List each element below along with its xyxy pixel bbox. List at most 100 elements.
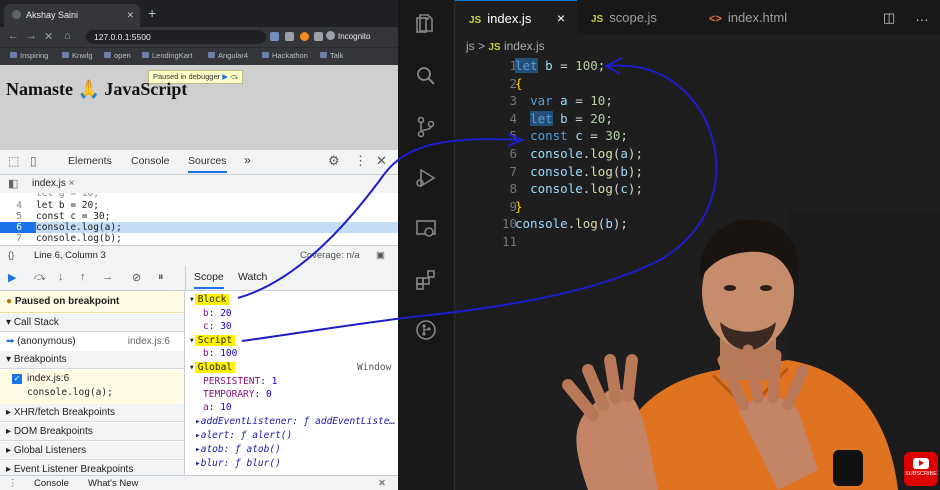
step-over-icon[interactable]: ⤼	[34, 271, 46, 284]
editor-line: 4 let b = 20;	[509, 111, 613, 126]
device-toggle-icon[interactable]: ▯	[30, 154, 37, 168]
bookmark-item[interactable]: Hackathon	[262, 51, 308, 60]
source-control-icon[interactable]	[414, 115, 438, 139]
scope-var: a: 10	[203, 402, 232, 413]
breakpoint-marker[interactable]: 6	[0, 222, 36, 233]
scope-global-header[interactable]: ▾ Global	[189, 362, 236, 374]
editor-tab-scope-js[interactable]: JS scope.js	[577, 0, 695, 35]
drawer-menu-icon[interactable]: ⋮	[8, 476, 18, 490]
bookmark-item[interactable]: Inspiring	[10, 51, 48, 60]
inspect-icon[interactable]: ⬚	[8, 154, 19, 168]
editor-line: 3 var a = 10;	[509, 93, 613, 108]
editor-line: 2{	[509, 76, 523, 91]
tab-scope[interactable]: Scope	[194, 271, 224, 289]
source-code-view[interactable]: let g = 10; 4 let b = 20; 5 const c = 30; …	[0, 193, 398, 245]
step-out-icon[interactable]: ↑	[80, 271, 86, 283]
bookmark-item[interactable]: Angular4	[208, 51, 248, 60]
pretty-print-icon[interactable]: {}	[8, 246, 14, 266]
run-debug-icon[interactable]	[414, 166, 438, 190]
split-editor-icon[interactable]: ◫	[883, 10, 895, 26]
scope-var[interactable]: ▸blur: ƒ blur()	[195, 458, 281, 470]
close-drawer-icon[interactable]: ✕	[378, 476, 386, 490]
bookmark-item[interactable]: LendingKart	[142, 51, 192, 60]
close-tab-icon[interactable]: ×	[557, 1, 565, 36]
more-actions-icon[interactable]: …	[915, 8, 929, 24]
close-devtools-icon[interactable]: ✕	[376, 153, 387, 169]
extension-icon[interactable]	[285, 32, 294, 41]
pause-on-exceptions-icon[interactable]: ⏸	[158, 271, 164, 284]
resume-icon[interactable]: ▶︎	[8, 271, 16, 284]
editor-tabbar: JS index.js × JS scope.js <> index.html ◫ …	[455, 0, 940, 35]
scope-script-header[interactable]: ▾ Script	[189, 335, 236, 347]
deactivate-breakpoints-icon[interactable]: ⊘	[132, 271, 141, 284]
breakpoint-checkbox[interactable]: ✓	[12, 374, 22, 384]
scope-var: b: 100	[203, 348, 238, 359]
section-xhr-breakpoints[interactable]: ▸ XHR/fetch Breakpoints	[0, 404, 184, 422]
scope-var[interactable]: ▸addEventListener: ƒ addEventListe…	[195, 416, 395, 428]
browser-tab[interactable]: Akshay Saini ✕	[4, 4, 140, 27]
tab-elements[interactable]: Elements	[68, 155, 112, 167]
code-line: 5 const c = 30;	[16, 211, 111, 222]
info-icon: ●	[6, 296, 13, 307]
incognito-label: Incognito	[338, 32, 371, 41]
incognito-badge[interactable]: Incognito	[326, 30, 370, 44]
scope-var[interactable]: ▸alert: ƒ alert()	[195, 430, 292, 442]
js-file-icon: JS	[469, 15, 482, 26]
youtube-subscribe-button[interactable]: SUBSCRIBE	[904, 452, 938, 486]
search-icon[interactable]	[414, 64, 438, 88]
section-call-stack[interactable]: ▾ Call Stack	[0, 314, 184, 332]
remote-explorer-icon[interactable]	[414, 217, 438, 241]
home-icon[interactable]: ⌂	[64, 30, 71, 42]
extension-icon[interactable]	[314, 32, 323, 41]
call-frame[interactable]: ➡ (anonymous) index.js:6	[0, 333, 184, 351]
scope-var[interactable]: ▸atob: ƒ atob()	[195, 444, 281, 456]
source-status-bar: {} Line 6, Column 3 Coverage: n/a ▣	[0, 245, 398, 267]
url-field[interactable]: 127.0.0.1:5500	[86, 30, 266, 44]
step-icon[interactable]: →	[102, 271, 113, 283]
bookmark-item[interactable]: Knwlg	[62, 51, 92, 60]
editor-tab-index-js[interactable]: JS index.js ×	[455, 0, 577, 35]
new-tab-icon[interactable]: +	[148, 5, 156, 21]
presenter-video	[562, 210, 940, 490]
section-dom-breakpoints[interactable]: ▸ DOM Breakpoints	[0, 423, 184, 441]
resume-icon[interactable]: ▶︎	[222, 72, 228, 81]
breakpoint-item[interactable]: ✓ index.js:6 console.log(a);	[0, 370, 184, 404]
kebab-menu-icon[interactable]: ⋮	[354, 153, 367, 169]
tab-watch[interactable]: Watch	[238, 271, 267, 283]
drawer-tab-whats-new[interactable]: What's New	[88, 476, 138, 490]
scope-block-header[interactable]: ▾ Block	[189, 294, 230, 306]
step-over-icon[interactable]: ⤼	[230, 72, 238, 81]
git-graph-icon[interactable]	[414, 318, 438, 342]
section-global-listeners[interactable]: ▸ Global Listeners	[0, 442, 184, 460]
navigator-toggle-icon[interactable]: ◧	[8, 177, 18, 190]
tab-sources[interactable]: Sources	[188, 155, 227, 173]
tab-console[interactable]: Console	[131, 155, 170, 167]
address-bar-row: ← → ✕ ⌂ 127.0.0.1:5500 Incognito	[0, 27, 398, 47]
step-into-icon[interactable]: ↓	[58, 271, 64, 283]
file-tab-index-js[interactable]: index.js ×	[32, 178, 75, 189]
extensions-icon[interactable]	[414, 268, 438, 292]
cursor-position: Line 6, Column 3	[34, 250, 106, 261]
folder-icon	[62, 52, 69, 58]
editor-line: 8 console.log(c);	[509, 181, 643, 196]
editor-line: 7 console.log(b);	[509, 164, 643, 179]
reload-icon[interactable]: ✕	[44, 30, 53, 43]
drawer-tab-console[interactable]: Console	[34, 476, 69, 490]
paused-status: ● Paused on breakpoint	[0, 291, 184, 313]
forward-icon[interactable]: →	[26, 30, 37, 42]
debugger-sidebar: ● Paused on breakpoint ▾ Call Stack ➡ (a…	[0, 291, 185, 490]
extension-icon[interactable]	[270, 32, 279, 41]
more-tabs-icon[interactable]: »	[244, 153, 251, 167]
extension-icon[interactable]	[300, 32, 309, 41]
gear-icon[interactable]: ⚙	[328, 153, 340, 169]
editor-tab-index-html[interactable]: <> index.html	[695, 0, 825, 35]
section-breakpoints[interactable]: ▾ Breakpoints	[0, 351, 184, 369]
drawer-toggle-icon[interactable]: ▣	[376, 246, 385, 266]
bookmark-item[interactable]: open	[104, 51, 131, 60]
close-tab-icon[interactable]: ✕	[126, 4, 134, 27]
close-file-icon[interactable]: ×	[69, 178, 75, 189]
bookmark-item[interactable]: Talk	[320, 51, 343, 60]
files-icon[interactable]	[414, 12, 438, 36]
js-file-icon: JS	[488, 42, 501, 53]
back-icon[interactable]: ←	[8, 30, 19, 42]
